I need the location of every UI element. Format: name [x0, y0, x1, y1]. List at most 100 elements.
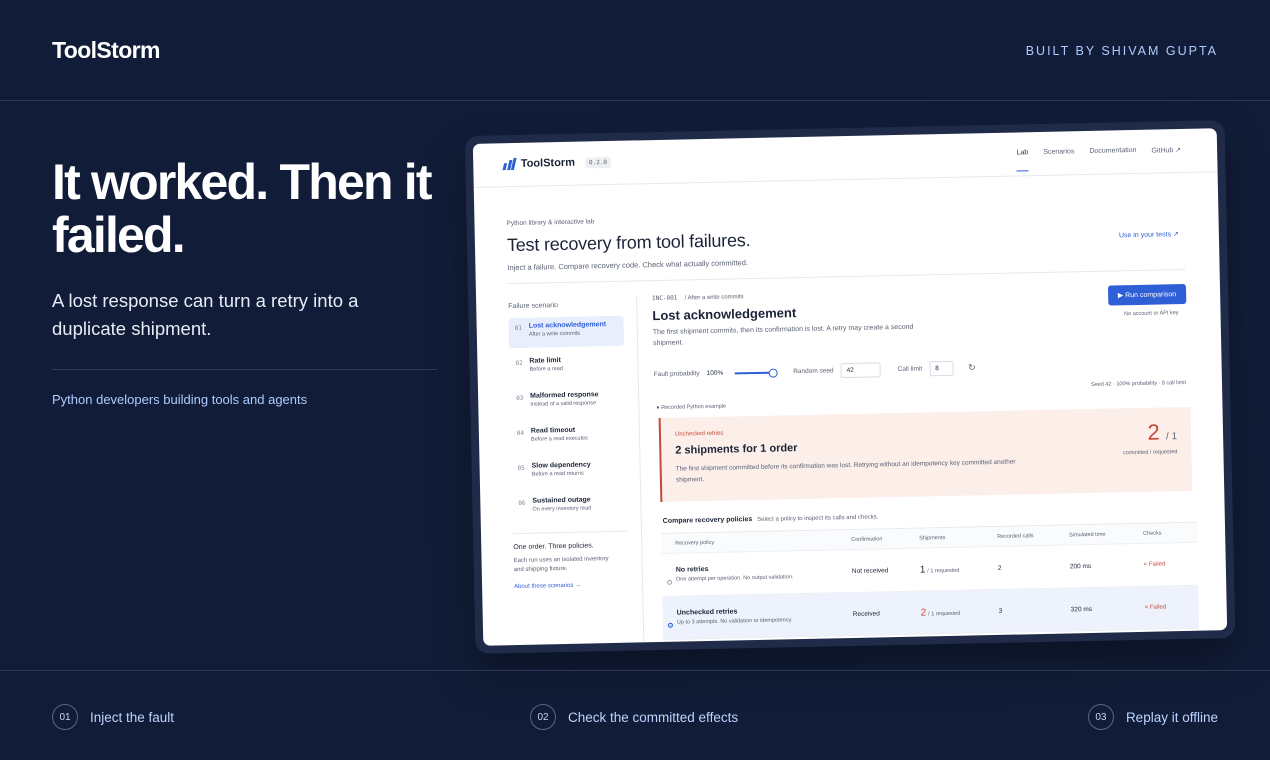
sidebar-item-slow-dependency[interactable]: 05 Slow dependency Before a read returns — [511, 456, 627, 488]
nav-documentation[interactable]: Documentation — [1089, 147, 1136, 156]
policy-desc: One attempt per operation. No output val… — [675, 573, 794, 583]
sidebar-item-sustained-outage[interactable]: 06 Sustained outage On every inventory r… — [512, 491, 628, 523]
calls-cell: 2 — [997, 564, 1002, 572]
run-note: No account or API key — [1124, 310, 1179, 318]
sidebar-footer-title: One order. Three policies. — [513, 542, 594, 552]
committed-label: committed / requested — [1122, 449, 1178, 457]
alert-title: 2 shipments for 1 order — [675, 442, 798, 457]
fault-probability-label: Fault probability — [653, 370, 700, 379]
sidebar-item-num: 04 — [516, 429, 525, 437]
sidebar-item-lost-acknowledgement[interactable]: 01 Lost acknowledgement After a write co… — [508, 315, 625, 349]
hero-subtitle: A lost response can turn a retry into a … — [52, 290, 359, 339]
step-label: Check the committed effects — [568, 709, 739, 725]
use-in-tests-link[interactable]: Use in your tests ↗ — [1119, 230, 1179, 239]
sidebar-item-num: 01 — [514, 324, 523, 333]
nav-scenarios[interactable]: Scenarios — [1043, 148, 1074, 157]
version-badge: 0.2.0 — [584, 156, 612, 169]
nav-lab[interactable]: Lab — [1017, 149, 1029, 157]
committed-value: 2 — [1147, 419, 1161, 445]
app-kicker: Python library & interactive lab — [506, 218, 595, 228]
brand-logo[interactable]: ToolStorm — [52, 37, 160, 64]
scenario-description: The first shipment commits, then its con… — [652, 323, 914, 348]
table-title: Compare recovery policies Select a policy… — [663, 513, 879, 525]
shipments-requested: / 1 requested — [927, 567, 960, 574]
alert-description: The first shipment committed before its … — [675, 458, 1016, 484]
sidebar-item-rate-limit[interactable]: 02 Rate limit Before a read — [509, 351, 625, 383]
app-nav-links: Lab Scenarios Documentation GitHub ↗ — [1017, 146, 1182, 157]
sidebar-footer-text: Each run uses an isolated inventory and … — [513, 556, 609, 574]
random-seed-input[interactable]: 42 — [840, 362, 881, 379]
sidebar-item-title: Read timeout — [530, 426, 576, 435]
scenario-sidebar: Failure scenario 01 Lost acknowledgement… — [508, 301, 629, 590]
shipments-value: 1 — [919, 563, 926, 576]
shipments-requested: / 1 requested — [928, 610, 961, 617]
nav-github[interactable]: GitHub ↗ — [1151, 146, 1181, 155]
run-comparison-button[interactable]: ▶ Run comparison — [1107, 283, 1187, 306]
app-title: Test recovery from tool failures. — [506, 230, 751, 256]
table-hint: Select a policy to inspect its calls and… — [757, 514, 879, 523]
confirmation-cell: Not received — [851, 566, 889, 575]
sidebar-item-title: Lost acknowledgement — [528, 321, 607, 330]
reset-icon[interactable]: ↻ — [968, 362, 976, 373]
col-policy: Recovery policy — [675, 539, 715, 547]
sidebar-item-sub: Before a read executes — [530, 435, 588, 443]
sidebar-item-title: Malformed response — [530, 391, 599, 400]
built-by-link[interactable]: BUILT BY SHIVAM GUPTA — [1026, 44, 1218, 58]
sidebar-item-num: 05 — [517, 464, 525, 472]
call-limit-input[interactable]: 8 — [929, 360, 954, 377]
step-replay-offline: 03 Replay it offline — [1087, 704, 1218, 730]
fault-probability-value: 100% — [706, 369, 724, 377]
header-divider — [507, 268, 1186, 285]
sidebar-item-sub: Instead of a valid response — [530, 400, 597, 408]
policy-cell: No retries One attempt per operation. No… — [662, 563, 852, 585]
app-logo[interactable]: ToolStorm 0.2.0 — [502, 156, 612, 171]
recorded-example-label: ● Recorded Python example — [656, 403, 727, 412]
sidebar-divider — [512, 530, 628, 535]
scenario-panel: INC-001 / After a write commits Lost ack… — [652, 283, 1200, 640]
shipments-cell: 1 / 1 requested — [920, 562, 998, 575]
step-number: 01 — [52, 704, 78, 730]
committed-count: 2 / 1 — [1147, 419, 1177, 446]
sidebar-item-malformed-response[interactable]: 03 Malformed response Instead of a valid… — [510, 386, 626, 418]
shipments-value: 2 — [920, 606, 927, 619]
scenario-code-note: / After a write commits — [684, 294, 744, 302]
app-screenshot: ToolStorm 0.2.0 Lab Scenarios Documentat… — [472, 128, 1228, 646]
step-number: 02 — [530, 704, 556, 730]
toolstorm-bars-icon — [502, 157, 517, 171]
policy-name: Unchecked retries — [676, 607, 738, 617]
app-name: ToolStorm — [520, 156, 576, 170]
app-screenshot-frame: ToolStorm 0.2.0 Lab Scenarios Documentat… — [464, 120, 1236, 654]
sidebar-item-read-timeout[interactable]: 04 Read timeout Before a read executes — [511, 421, 627, 453]
table-title-text: Compare recovery policies — [662, 516, 753, 525]
sidebar-item-title: Rate limit — [529, 357, 561, 365]
col-calls: Recorded calls — [997, 532, 1034, 540]
sidebar-item-num: 06 — [518, 499, 526, 507]
step-number: 03 — [1087, 704, 1114, 730]
col-shipments: Shipments — [919, 534, 946, 542]
sidebar-heading: Failure scenario — [508, 302, 559, 311]
sidebar-item-num: 03 — [516, 394, 524, 402]
sidebar-item-sub: Before a read — [529, 366, 563, 373]
time-cell: 200 ms — [1069, 562, 1092, 570]
shipments-cell: 2 / 1 requested — [921, 605, 999, 618]
col-confirmation: Confirmation — [851, 535, 883, 543]
sidebar-item-title: Sustained outage — [532, 496, 591, 505]
alert-kicker: Unchecked retries — [674, 430, 724, 438]
scenario-controls: Fault probability 100% Random seed 42 Ca… — [654, 360, 976, 382]
app-nav: ToolStorm 0.2.0 Lab Scenarios Documentat… — [472, 128, 1218, 188]
sidebar-item-title: Slow dependency — [531, 461, 591, 470]
scenario-code: INC-001 — [652, 294, 678, 303]
policy-table: Recovery policy Confirmation Shipments R… — [661, 521, 1200, 640]
sidebar-item-sub: After a write commits — [528, 330, 581, 338]
radio-button-selected[interactable] — [667, 622, 673, 628]
step-label: Inject the fault — [90, 709, 175, 725]
sidebar-item-num: 02 — [515, 359, 523, 368]
hero-title: It worked. Then it failed. — [52, 154, 433, 263]
sidebar-vertical-divider — [636, 295, 645, 643]
radio-button[interactable] — [666, 579, 673, 585]
fault-probability-slider[interactable] — [734, 371, 775, 374]
step-label: Replay it offline — [1125, 709, 1218, 725]
about-scenarios-link[interactable]: About these scenarios → — [514, 582, 629, 590]
sidebar-item-sub: Before a read returns — [531, 470, 584, 478]
confirmation-cell: Received — [852, 609, 880, 618]
